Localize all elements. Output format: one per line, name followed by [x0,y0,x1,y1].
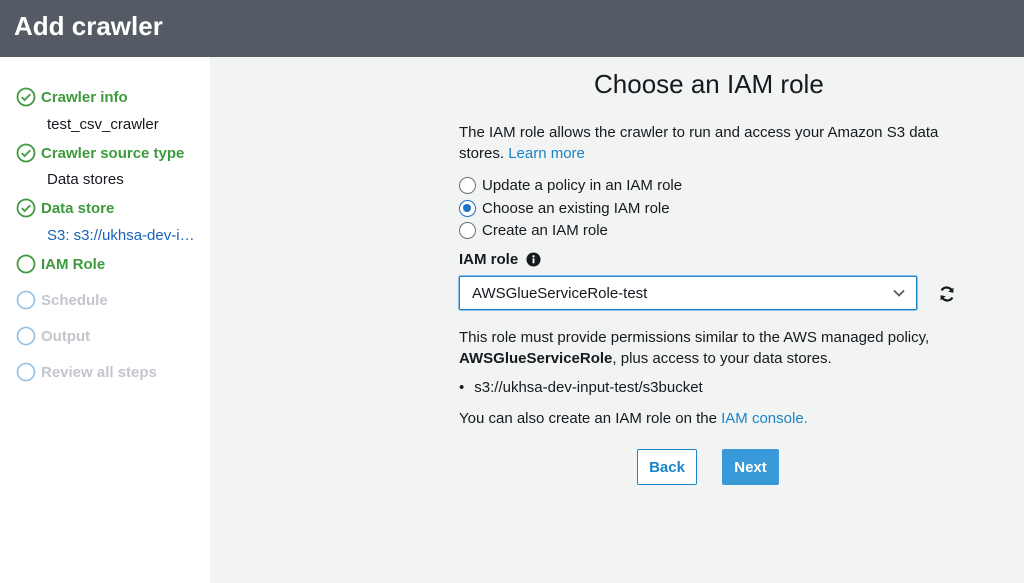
step-label: Data store [41,199,115,217]
info-icon[interactable] [526,252,541,267]
radio-choose-existing[interactable] [459,199,476,217]
step-label: Crawler info [41,88,128,106]
intro-text: The IAM role allows the crawler to run a… [459,122,959,164]
radio-create-role[interactable] [459,221,476,239]
data-store-path: s3://ukhsa-dev-input-test/s3bucket [474,379,703,396]
chevron-down-icon [893,289,905,297]
option-update-policy[interactable]: Update a policy in an IAM role [459,175,682,195]
step-label: Schedule [41,291,108,309]
step-value-data-store-link[interactable]: S3: s3://ukhsa-dev-input-test/s3bucket [47,227,202,244]
step-label: Output [41,327,91,345]
refresh-icon[interactable] [938,285,956,303]
step-crawler-source-type[interactable]: Crawler source type [16,142,184,164]
step-value-crawler-name: test_csv_crawler [47,116,159,133]
step-value-source-type: Data stores [47,171,124,188]
iam-role-selected-value: AWSGlueServiceRole-test [472,284,648,302]
note-policy-name: AWSGlueServiceRole [459,350,613,367]
step-crawler-info[interactable]: Crawler info [16,86,128,108]
step-label: IAM Role [41,255,106,273]
empty-circle-icon [16,326,36,346]
step-schedule: Schedule [16,289,108,311]
step-output: Output [16,325,90,347]
iam-role-label: IAM role [459,251,519,268]
step-data-store[interactable]: Data store [16,197,114,219]
option-label: Create an IAM role [482,221,608,239]
page-title: Choose an IAM role [594,69,824,99]
main-panel: Choose an IAM role The IAM role allows t… [210,57,1024,583]
empty-circle-icon [16,254,36,274]
option-choose-existing[interactable]: Choose an existing IAM role [459,198,670,218]
iam-role-field-label: IAM role [459,249,541,270]
data-store-list-item: • s3://ukhsa-dev-input-test/s3bucket [459,377,703,398]
iam-console-link[interactable]: IAM console. [721,410,808,427]
page-header: Add crawler [0,0,1024,57]
check-circle-icon [16,87,36,107]
wizard-steps-sidebar: Crawler info test_csv_crawler Crawler so… [0,57,210,583]
empty-circle-icon [16,362,36,382]
option-label: Update a policy in an IAM role [482,176,683,194]
step-review-all-steps: Review all steps [16,361,157,383]
check-circle-icon [16,143,36,163]
iam-role-select[interactable]: AWSGlueServiceRole-test [459,276,917,310]
step-label: Review all steps [41,363,157,381]
next-button[interactable]: Next [722,449,779,485]
iam-console-text: You can also create an IAM role on the [459,410,717,427]
page-header-title: Add crawler [14,11,163,41]
step-iam-role[interactable]: IAM Role [16,253,105,275]
learn-more-link[interactable]: Learn more [508,145,585,162]
note-suffix: , plus access to your data stores. [612,350,832,367]
back-button[interactable]: Back [637,449,697,485]
empty-circle-icon [16,290,36,310]
option-label: Choose an existing IAM role [482,199,670,217]
option-create-role[interactable]: Create an IAM role [459,220,608,240]
permissions-note: This role must provide permissions simil… [459,327,959,369]
note-prefix: This role must provide permissions simil… [459,329,930,346]
iam-console-note: You can also create an IAM role on the I… [459,408,808,429]
radio-update-policy[interactable] [459,176,476,194]
bullet-icon: • [459,379,465,396]
check-circle-icon [16,198,36,218]
step-label: Crawler source type [41,144,185,162]
